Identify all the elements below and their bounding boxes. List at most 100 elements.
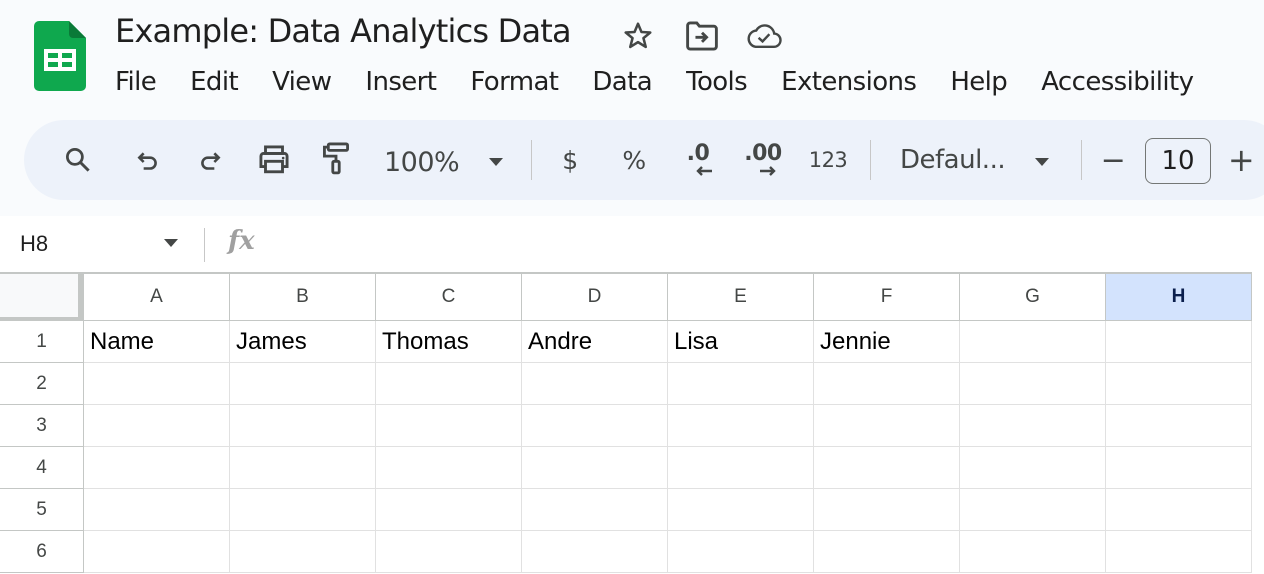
cell-c1[interactable]: Thomas — [376, 321, 522, 363]
cell-g4[interactable] — [960, 447, 1106, 489]
redo-button[interactable] — [190, 142, 230, 182]
cell-f6[interactable] — [814, 531, 960, 573]
menu-help[interactable]: Help — [933, 62, 1024, 102]
row-header-1[interactable]: 1 — [0, 321, 84, 363]
row-header-5[interactable]: 5 — [0, 489, 84, 531]
column-header-b[interactable]: B — [230, 272, 376, 321]
cell-e4[interactable] — [668, 447, 814, 489]
cell-f2[interactable] — [814, 363, 960, 405]
cell-a6[interactable] — [84, 531, 230, 573]
cell-f1[interactable]: Jennie — [814, 321, 960, 363]
menu-edit[interactable]: Edit — [173, 62, 255, 102]
cell-e1[interactable]: Lisa — [668, 321, 814, 363]
print-button[interactable] — [254, 140, 294, 180]
menu-tools[interactable]: Tools — [669, 62, 764, 102]
cell-c5[interactable] — [376, 489, 522, 531]
decrease-font-size-button[interactable]: − — [1098, 140, 1128, 180]
cell-c3[interactable] — [376, 405, 522, 447]
cell-d4[interactable] — [522, 447, 668, 489]
cell-d2[interactable] — [522, 363, 668, 405]
row-header-3[interactable]: 3 — [0, 405, 84, 447]
arrow-left-icon — [696, 166, 712, 176]
increase-decimal-button[interactable]: .00 — [740, 140, 786, 180]
cell-a1[interactable]: Name — [84, 321, 230, 363]
cell-b4[interactable] — [230, 447, 376, 489]
cell-a3[interactable] — [84, 405, 230, 447]
undo-button[interactable] — [128, 142, 168, 182]
cell-f3[interactable] — [814, 405, 960, 447]
zoom-dropdown-button[interactable] — [484, 142, 508, 182]
name-box-dropdown-icon[interactable] — [162, 238, 180, 248]
cell-g5[interactable] — [960, 489, 1106, 531]
cell-c4[interactable] — [376, 447, 522, 489]
menu-insert[interactable]: Insert — [348, 62, 453, 102]
cell-a5[interactable] — [84, 489, 230, 531]
menu-accessibility[interactable]: Accessibility — [1024, 62, 1210, 102]
search-menus-button[interactable] — [58, 140, 98, 180]
cell-g1[interactable] — [960, 321, 1106, 363]
cell-b2[interactable] — [230, 363, 376, 405]
name-box[interactable]: H8 — [20, 216, 48, 272]
cell-b1[interactable]: James — [230, 321, 376, 363]
menu-format[interactable]: Format — [453, 62, 575, 102]
cell-g2[interactable] — [960, 363, 1106, 405]
row-header-6[interactable]: 6 — [0, 531, 84, 573]
column-header-d[interactable]: D — [522, 272, 668, 321]
menu-view[interactable]: View — [255, 62, 348, 102]
menu-file[interactable]: File — [98, 62, 173, 102]
menu-data[interactable]: Data — [575, 62, 669, 102]
fx-icon: fx — [228, 226, 255, 256]
cell-f4[interactable] — [814, 447, 960, 489]
column-header-h[interactable]: H — [1106, 272, 1252, 321]
paint-format-button[interactable] — [316, 140, 356, 180]
cell-b6[interactable] — [230, 531, 376, 573]
increase-font-size-button[interactable]: + — [1226, 140, 1256, 180]
column-header-e[interactable]: E — [668, 272, 814, 321]
column-header-f[interactable]: F — [814, 272, 960, 321]
cell-h5[interactable] — [1106, 489, 1252, 531]
decrease-decimal-button[interactable]: .0 — [676, 140, 720, 180]
font-size-input[interactable]: 10 — [1145, 138, 1211, 184]
cell-d1[interactable]: Andre — [522, 321, 668, 363]
cell-c2[interactable] — [376, 363, 522, 405]
cell-g6[interactable] — [960, 531, 1106, 573]
row-header-2[interactable]: 2 — [0, 363, 84, 405]
cell-a4[interactable] — [84, 447, 230, 489]
cell-e5[interactable] — [668, 489, 814, 531]
column-header-g[interactable]: G — [960, 272, 1106, 321]
star-icon[interactable] — [620, 18, 656, 54]
select-all-corner[interactable] — [0, 272, 84, 321]
cell-b5[interactable] — [230, 489, 376, 531]
format-percent-button[interactable]: % — [614, 140, 654, 180]
column-header-c[interactable]: C — [376, 272, 522, 321]
cell-e3[interactable] — [668, 405, 814, 447]
cell-b3[interactable] — [230, 405, 376, 447]
cell-d5[interactable] — [522, 489, 668, 531]
move-folder-icon[interactable] — [684, 18, 720, 54]
cell-h4[interactable] — [1106, 447, 1252, 489]
cell-f5[interactable] — [814, 489, 960, 531]
cell-c6[interactable] — [376, 531, 522, 573]
cell-h3[interactable] — [1106, 405, 1252, 447]
cell-g3[interactable] — [960, 405, 1106, 447]
more-formats-button[interactable]: 123 — [806, 140, 850, 180]
sheets-logo-icon[interactable] — [34, 21, 86, 91]
cell-h6[interactable] — [1106, 531, 1252, 573]
formula-bar-divider — [204, 228, 205, 262]
menu-extensions[interactable]: Extensions — [764, 62, 933, 102]
cell-d6[interactable] — [522, 531, 668, 573]
cell-e6[interactable] — [668, 531, 814, 573]
format-currency-button[interactable]: $ — [552, 140, 588, 180]
cell-h2[interactable] — [1106, 363, 1252, 405]
cell-h1[interactable] — [1106, 321, 1252, 363]
zoom-select[interactable]: 100% — [384, 142, 494, 182]
cell-e2[interactable] — [668, 363, 814, 405]
formula-input[interactable] — [280, 226, 1240, 262]
column-header-a[interactable]: A — [84, 272, 230, 321]
cloud-saved-icon[interactable] — [746, 18, 782, 54]
cell-d3[interactable] — [522, 405, 668, 447]
document-title[interactable]: Example: Data Analytics Data — [115, 12, 572, 50]
row-header-4[interactable]: 4 — [0, 447, 84, 489]
cell-a2[interactable] — [84, 363, 230, 405]
font-family-dropdown-button[interactable] — [1030, 142, 1054, 182]
